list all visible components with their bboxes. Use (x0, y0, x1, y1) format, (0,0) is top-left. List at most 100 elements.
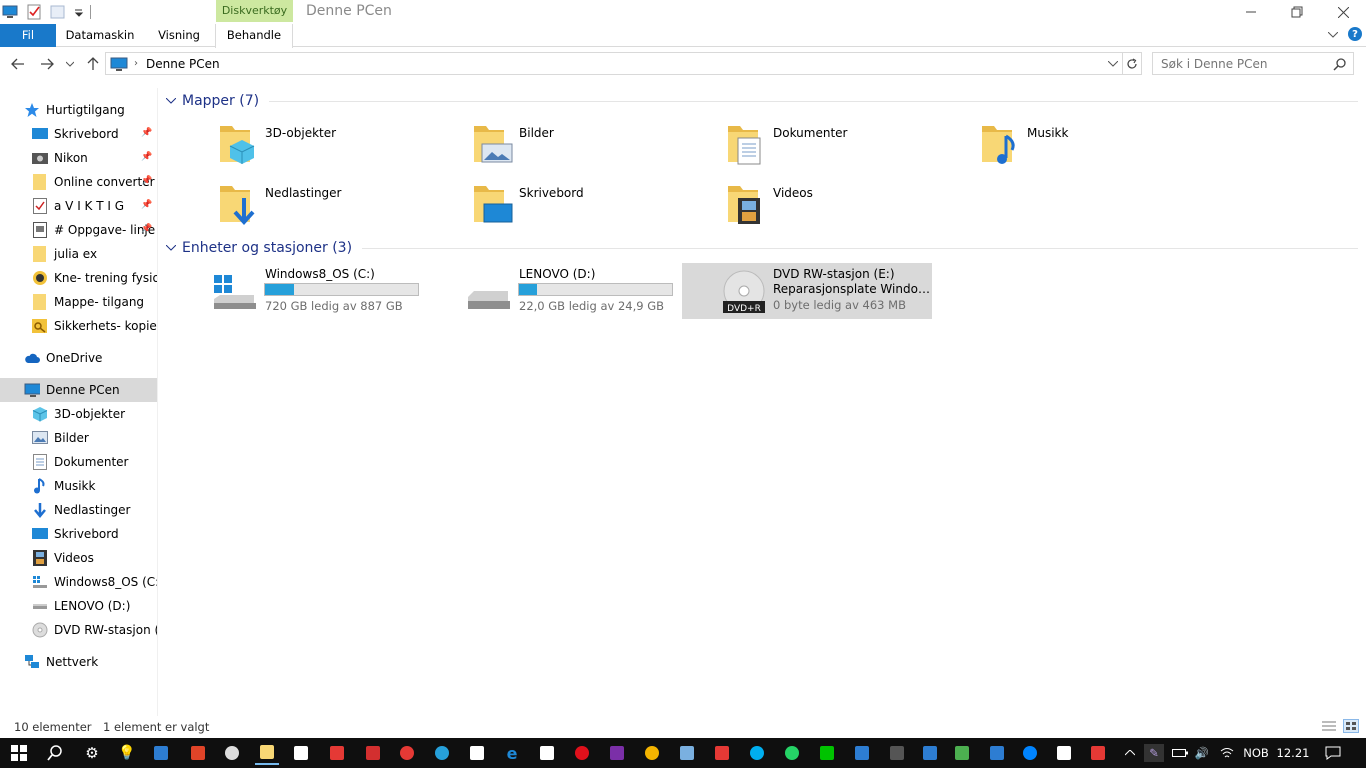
clock[interactable]: 12.21 (1276, 744, 1310, 762)
maximize-button[interactable] (1274, 0, 1320, 24)
folder-tile-desktop[interactable]: Skrivebord (414, 176, 664, 232)
pin-icon[interactable]: 📌 (141, 224, 152, 234)
notifications-icon[interactable] (1322, 744, 1344, 762)
messenger-icon[interactable] (1018, 741, 1042, 765)
help-icon[interactable]: ? (1348, 27, 1362, 41)
nav-pc-downloads[interactable]: Nedlastinger (0, 498, 157, 522)
wifi-icon[interactable] (1218, 744, 1236, 762)
app-icon[interactable] (885, 741, 909, 765)
show-hidden-icons-icon[interactable] (1122, 744, 1138, 762)
store-icon[interactable] (289, 741, 313, 765)
whatsapp-icon[interactable] (780, 741, 804, 765)
app-icon[interactable] (361, 741, 385, 765)
nav-pc-drive-d[interactable]: LENOVO (D:) (0, 594, 157, 618)
nav-pc-videos[interactable]: Videos (0, 546, 157, 570)
opera-icon[interactable] (570, 741, 594, 765)
nav-pinned-desktop[interactable]: Skrivebord 📌 (0, 122, 157, 146)
address-bar[interactable]: › Denne PCen (105, 52, 1123, 75)
dropbox-icon[interactable] (1052, 741, 1076, 765)
customize-toolbar-icon[interactable] (74, 4, 84, 20)
nav-pinned-oppgave-linje[interactable]: # Oppgave- linje 📌 (0, 218, 157, 242)
nav-pinned-nikon[interactable]: Nikon 📌 (0, 146, 157, 170)
nav-pinned-sikkerhets-kopiering[interactable]: Sikkerhets- kopiering (0, 314, 157, 338)
app-icon[interactable] (430, 741, 454, 765)
mail-icon[interactable] (465, 741, 489, 765)
nav-pinned-mappe-tilgang[interactable]: Mappe- tilgang (0, 290, 157, 314)
up-button[interactable] (84, 55, 102, 73)
pin-icon[interactable]: 📌 (141, 128, 152, 138)
app-icon[interactable] (985, 741, 1009, 765)
folder-tile-3d-objects[interactable]: 3D-objekter (160, 116, 410, 172)
group-header-folders[interactable]: Mapper (7) (165, 89, 1358, 113)
language-indicator[interactable]: NOB (1240, 744, 1272, 762)
keyboard-icon[interactable] (918, 741, 942, 765)
nav-pc-drive-e[interactable]: DVD RW-stasjon (E:) (0, 618, 157, 642)
app-icon[interactable] (149, 741, 173, 765)
breadcrumb[interactable]: Denne PCen (146, 57, 220, 71)
nav-onedrive[interactable]: OneDrive (0, 346, 157, 370)
details-view-icon[interactable] (1321, 719, 1337, 733)
forward-button[interactable] (38, 55, 56, 73)
file-explorer-icon[interactable] (255, 741, 279, 765)
nav-pc-drive-c[interactable]: Windows8_OS (C:) (0, 570, 157, 594)
folder-tile-music[interactable]: Musikk (922, 116, 1172, 172)
address-dropdown-icon[interactable] (1106, 57, 1120, 71)
notepad-icon[interactable] (675, 741, 699, 765)
folder-tile-downloads[interactable]: Nedlastinger (160, 176, 410, 232)
tab-manage[interactable]: Behandle (215, 24, 293, 48)
app-icon[interactable] (950, 741, 974, 765)
nav-pc-music[interactable]: Musikk (0, 474, 157, 498)
nav-pinned-julia-ex[interactable]: julia ex (0, 242, 157, 266)
chevron-down-icon[interactable] (165, 96, 180, 107)
drive-tile-c[interactable]: Windows8_OS (C:) 720 GB ledig av 887 GB (160, 263, 419, 319)
skype-icon[interactable] (745, 741, 769, 765)
nav-pinned-online-converter[interactable]: Online converter 📌 (0, 170, 157, 194)
nav-pinned-kne-trening[interactable]: Kne- trening fysio (0, 266, 157, 290)
battery-icon[interactable] (1170, 744, 1190, 762)
refresh-button[interactable] (1123, 52, 1142, 75)
nav-quick-access[interactable]: Hurtigtilgang (0, 98, 157, 122)
edge-icon[interactable]: e (500, 741, 524, 765)
drive-tile-e[interactable]: DVD+R DVD RW-stasjon (E:) Reparasjonspla… (682, 263, 933, 319)
tab-view[interactable]: Visning (148, 24, 210, 47)
chevron-down-icon[interactable] (165, 243, 180, 254)
nav-pinned-viktig[interactable]: a V I K T I G 📌 (0, 194, 157, 218)
onenote-icon[interactable] (605, 741, 629, 765)
tab-file[interactable]: Fil (0, 24, 56, 47)
properties-icon[interactable] (26, 4, 42, 20)
recent-locations-button[interactable] (64, 55, 76, 73)
nav-pc-3d-objects[interactable]: 3D-objekter (0, 402, 157, 426)
pin-icon[interactable]: 📌 (141, 176, 152, 186)
pin-icon[interactable]: 📌 (141, 152, 152, 162)
tips-icon[interactable]: 💡 (115, 741, 139, 765)
tab-computer[interactable]: Datamaskin (60, 24, 140, 47)
app-icon[interactable] (325, 741, 349, 765)
close-button[interactable] (1320, 0, 1366, 24)
chrome-icon[interactable] (640, 741, 664, 765)
start-button[interactable] (7, 741, 31, 765)
app-icon[interactable] (850, 741, 874, 765)
back-button[interactable] (9, 55, 27, 73)
nav-pc-documents[interactable]: Dokumenter (0, 450, 157, 474)
search-input[interactable] (1161, 56, 1331, 71)
search-box[interactable] (1152, 52, 1354, 75)
calculator-icon[interactable] (710, 741, 734, 765)
group-header-drives[interactable]: Enheter og stasjoner (3) (165, 236, 1358, 260)
search-icon[interactable] (43, 741, 67, 765)
app-icon[interactable] (186, 741, 210, 765)
breadcrumb-separator-icon[interactable]: › (134, 58, 138, 69)
navigation-pane[interactable]: Hurtigtilgang Skrivebord 📌 Nikon 📌 Onlin… (0, 88, 158, 716)
nav-this-pc[interactable]: Denne PCen (0, 378, 157, 402)
camera-icon[interactable] (535, 741, 559, 765)
large-icons-view-icon[interactable] (1343, 719, 1359, 733)
nav-pc-desktop[interactable]: Skrivebord (0, 522, 157, 546)
people-icon[interactable] (220, 741, 244, 765)
nav-network[interactable]: Nettverk (0, 650, 157, 674)
computer-icon[interactable] (2, 4, 18, 20)
content-pane[interactable]: Mapper (7) 3D-objekter Bilder Dokumenter… (160, 88, 1366, 716)
search-icon[interactable] (1333, 57, 1347, 74)
volume-icon[interactable]: 🔊 (1193, 744, 1211, 762)
folder-tile-pictures[interactable]: Bilder (414, 116, 664, 172)
nav-pc-pictures[interactable]: Bilder (0, 426, 157, 450)
pin-icon[interactable]: 📌 (141, 200, 152, 210)
